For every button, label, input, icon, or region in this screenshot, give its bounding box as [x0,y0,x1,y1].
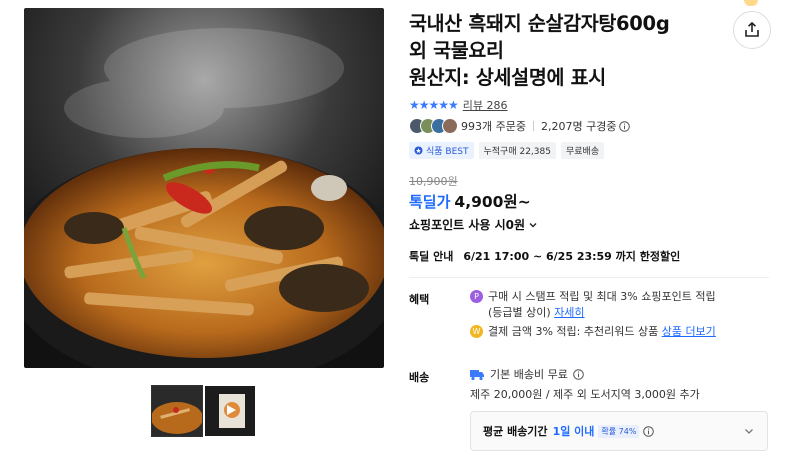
orders-count: 993개 주문중 [461,120,526,133]
product-title-line-1: 국내산 흑돼지 순살감자탕600g [409,12,670,35]
best-icon [414,146,423,155]
benefit-label: 혜택 [409,293,430,306]
chevron-down-icon [528,220,538,230]
product-title: 국내산 흑돼지 순살감자탕600g 외 국물요리 원산지: 상세설명에 표시 [409,10,729,91]
more-products-link[interactable]: 상품 더보기 [662,325,716,338]
share-button[interactable] [733,11,771,49]
divider [532,121,534,131]
shipping-label: 배송 [409,371,430,384]
benefit-reward-row: W 결제 금액 3% 적립: 추천리워드 상품 상품 더보기 [470,324,716,340]
share-icon [745,21,759,37]
avg-shipping-dropdown[interactable]: 평균 배송기간 1일 이내 확률 74% [470,411,768,451]
avg-shipping-label: 평균 배송기간 [483,425,548,438]
popularity-stats: 993개 주문중 2,207명 구경중 [409,118,631,134]
product-main-image [24,8,384,368]
info-icon[interactable] [619,120,631,132]
shipping-basic-row: 기본 배송비 무료 [470,367,584,383]
review-link[interactable]: 리뷰 286 [463,97,508,113]
probability-badge: 확률 74% [598,424,640,438]
original-price: 10,900원 [409,175,458,188]
product-origin: 원산지: 상세설명에 표시 [409,66,606,89]
free-ship-badge: 무료배송 [560,142,605,159]
shipping-basic: 기본 배송비 무료 [490,368,568,381]
avg-shipping-value: 1일 이내 [552,425,595,438]
point-icon: P [470,290,483,303]
points-dropdown[interactable]: 쇼핑포인트 사용 시0원 [409,216,538,233]
best-badge-label: 식품 BEST [426,147,469,157]
benefit-line-1: 구매 시 스탬프 적립 및 최대 3% 쇼핑포인트 적립 [488,290,716,303]
benefit-stamp-row: P 구매 시 스탬프 적립 및 최대 3% 쇼핑포인트 적립 (등급별 상이) … [470,289,716,321]
points-label: 쇼핑포인트 사용 시0원 [409,218,526,232]
benefit-line-2: (등급별 상이) [488,306,551,319]
badge-row: 식품 BEST 누적구매 22,385 무료배송 [409,142,605,159]
info-icon[interactable] [573,369,584,380]
thumbnail-2[interactable] [205,386,255,436]
info-icon[interactable] [643,425,655,437]
star-rating-icon: ★★★★★ [409,98,459,112]
deal-notice: 톡딜 안내 6/21 17:00 ~ 6/25 23:59 까지 한정할인 [409,248,680,264]
reward-icon: W [470,325,483,338]
rating: ★★★★★ 리뷰 286 [409,97,508,113]
thumbnail-1[interactable] [151,385,203,437]
deal-price-row: 톡딜가 4,900원~ [409,190,531,212]
benefit-detail-link[interactable]: 자세히 [554,306,584,319]
deal-tag: 톡딜가 [409,193,451,211]
viewers-count: 2,207명 구경중 [540,120,617,133]
cumulative-badge: 누적구매 22,385 [478,142,556,159]
shipping-extra: 제주 20,000원 / 제주 외 도서지역 3,000원 추가 [470,388,700,401]
product-title-line-2: 외 국물요리 [409,39,504,62]
deal-notice-value: 6/21 17:00 ~ 6/25 23:59 까지 한정할인 [463,250,681,263]
avatar [442,118,458,134]
share-highlight [744,0,758,6]
benefit-line-3: 결제 금액 3% 적립: 추천리워드 상품 [488,325,659,338]
buyer-avatars [409,118,458,134]
chevron-down-icon [743,425,755,437]
deal-price: 4,900원~ [454,193,531,211]
best-badge: 식품 BEST [409,142,474,159]
deal-notice-key: 톡딜 안내 [409,250,454,263]
divider [409,277,769,278]
truck-icon [470,368,485,381]
